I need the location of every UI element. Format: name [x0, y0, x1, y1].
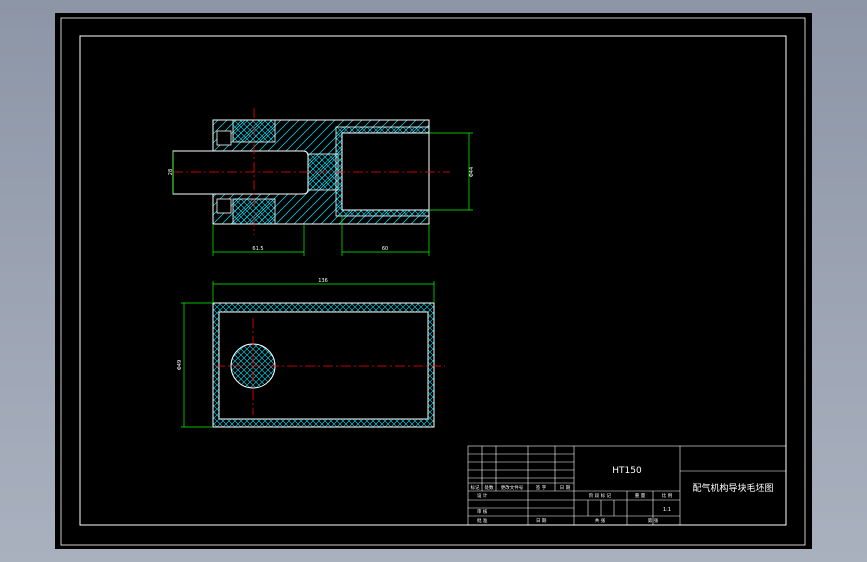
material-label: HT150	[612, 466, 642, 476]
dim-top-length: 136	[318, 278, 328, 284]
design-label: 设 计	[477, 492, 488, 499]
plan-view	[212, 302, 445, 428]
rev-header: 标记	[471, 484, 480, 491]
cad-drawing: 28 61.5 60 Φ44 136 Φ49 HT150 配气机构导块毛坯图 1…	[60, 17, 806, 546]
approve-label: 批 准	[477, 517, 488, 524]
date-label: 日 期	[536, 518, 547, 524]
weight-label: 重 量	[635, 492, 646, 499]
section-view	[172, 108, 450, 235]
scale-value: 1:1	[663, 507, 671, 513]
dim-height: Φ49	[177, 360, 183, 370]
review-label: 审 核	[477, 508, 488, 515]
part-name: 配气机构导块毛坯图	[692, 482, 773, 494]
rev-header: 签 字	[536, 484, 547, 491]
drawing-viewport[interactable]: 28 61.5 60 Φ44 136 Φ49 HT150 配气机构导块毛坯图 1…	[55, 13, 812, 549]
sheet-label: 第 张	[648, 517, 659, 524]
outer-frame	[60, 17, 806, 546]
stage-label: 阶 段 标 记	[589, 492, 612, 499]
scale-label: 比 例	[662, 492, 673, 499]
sheets-label: 共 张	[595, 517, 606, 524]
dim-right-length: 60	[382, 246, 388, 252]
rev-header: 日 期	[560, 485, 571, 491]
rev-header: 更改文件号	[501, 484, 524, 491]
rev-header: 处数	[485, 484, 494, 491]
dim-outer-dia: Φ44	[469, 167, 475, 177]
rev-headers: 标记 处数 更改文件号 签 字 日 期	[471, 484, 571, 491]
dim-left-length: 61.5	[252, 246, 263, 252]
dim-shaft-dia: 28	[168, 169, 174, 175]
